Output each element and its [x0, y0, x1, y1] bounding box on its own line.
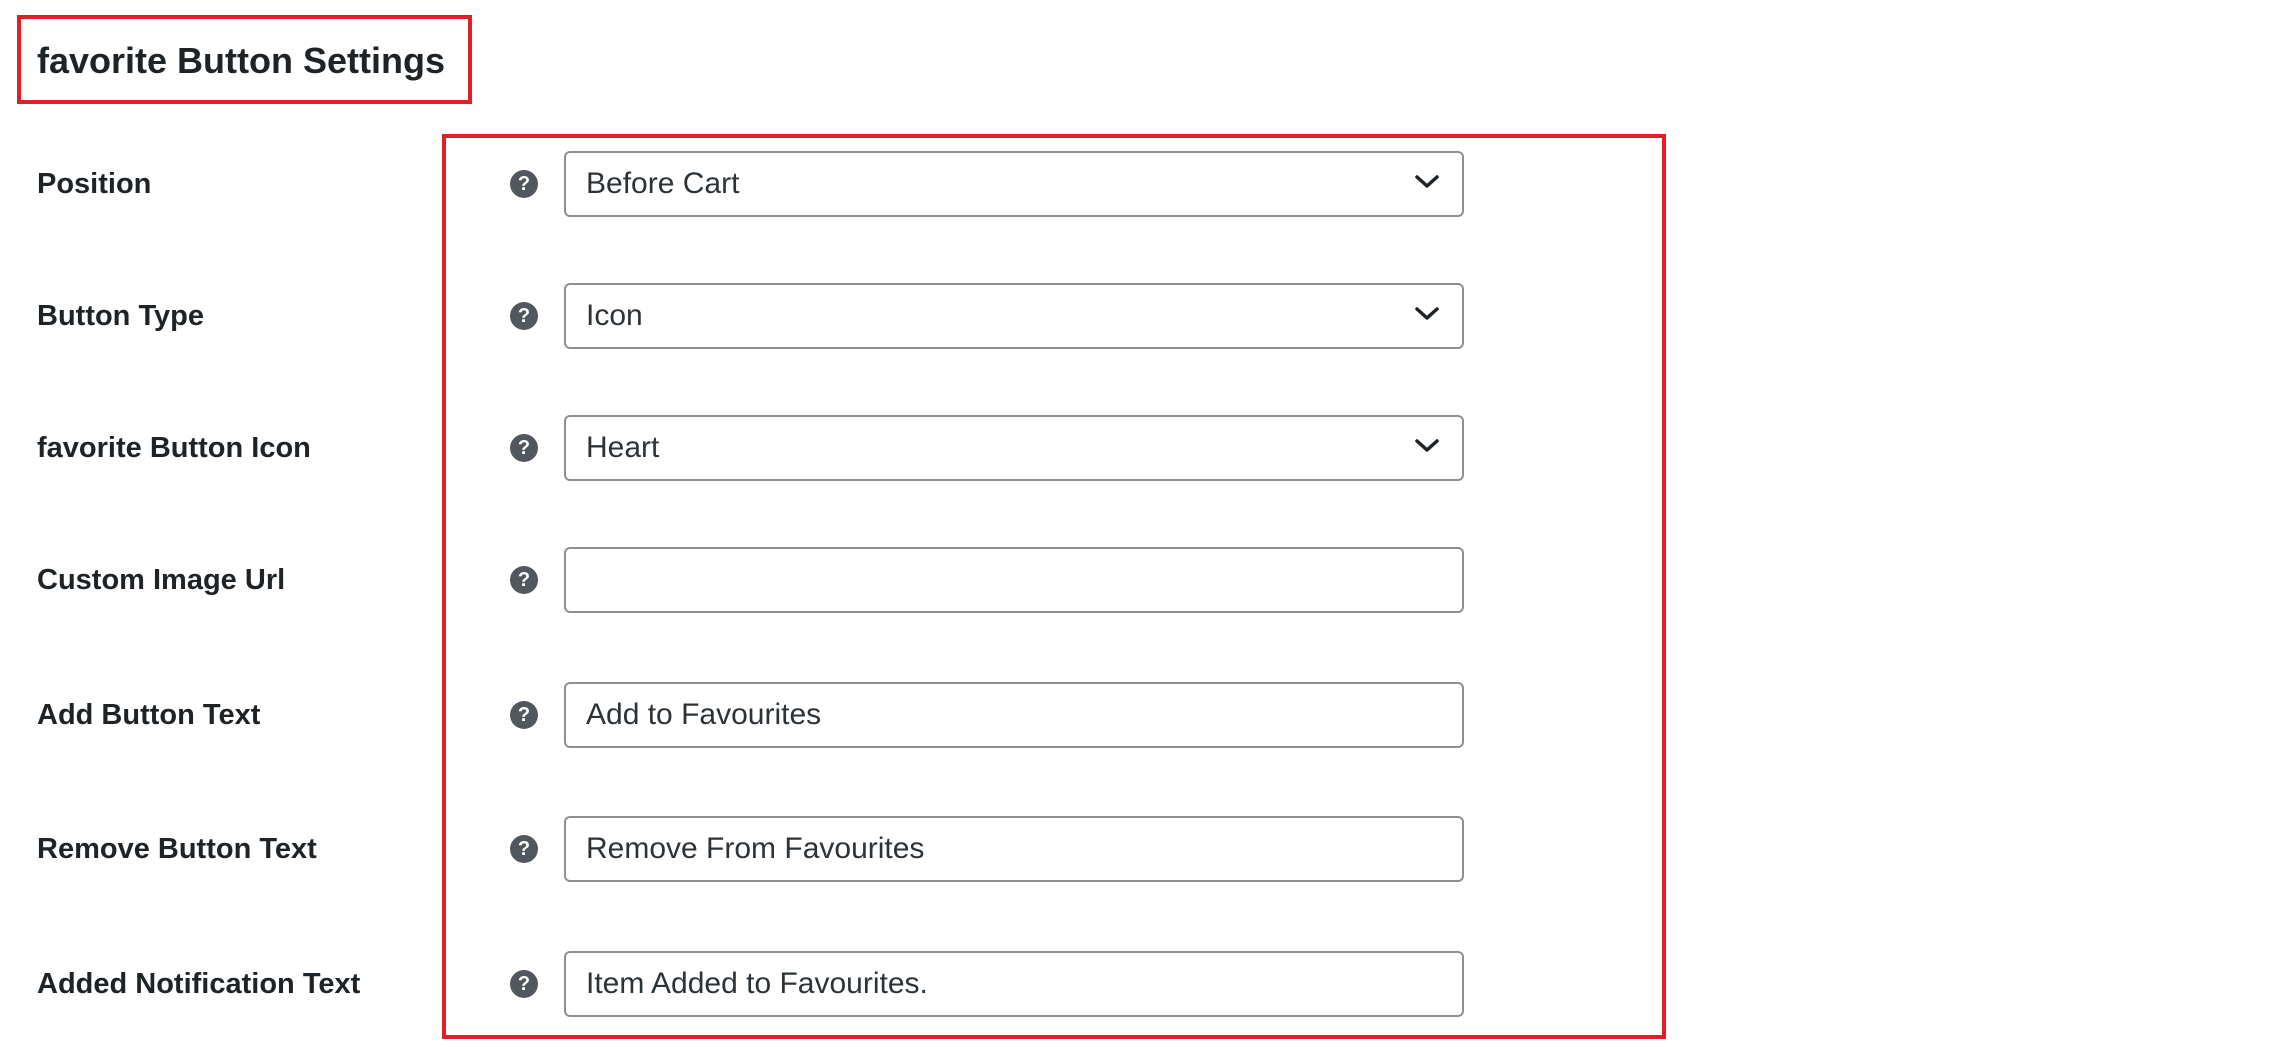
help-icon[interactable]: ? [510, 970, 538, 998]
help-icon[interactable]: ? [510, 566, 538, 594]
added-notification-text-label: Added Notification Text [37, 968, 361, 1000]
custom-image-url-input[interactable] [564, 547, 1464, 613]
section-title: favorite Button Settings [37, 40, 446, 81]
button-icon-label: favorite Button Icon [37, 432, 311, 464]
help-icon[interactable]: ? [510, 701, 538, 729]
help-icon[interactable]: ? [510, 835, 538, 863]
settings-page: favorite Button Settings Position ? Befo… [0, 0, 2290, 1047]
custom-image-url-label: Custom Image Url [37, 564, 286, 596]
added-notification-text-input[interactable]: Item Added to Favourites. [564, 951, 1464, 1017]
remove-button-text-input[interactable]: Remove From Favourites [564, 816, 1464, 882]
remove-button-text-row: Remove Button Text ? Remove From Favouri… [0, 816, 2290, 882]
position-row: Position ? Before Cart [0, 151, 2290, 217]
add-button-text-input-value: Add to Favourites [586, 698, 822, 731]
button-type-label: Button Type [37, 300, 204, 332]
added-notification-text-row: Added Notification Text ? Item Added to … [0, 951, 2290, 1017]
help-icon[interactable]: ? [510, 170, 538, 198]
add-button-text-label: Add Button Text [37, 699, 261, 731]
chevron-down-icon [1415, 439, 1439, 452]
button-type-select[interactable]: Icon [564, 283, 1464, 349]
added-notification-text-input-value: Item Added to Favourites. [586, 967, 928, 1000]
button-icon-select[interactable]: Heart [564, 415, 1464, 481]
button-type-row: Button Type ? Icon [0, 283, 2290, 349]
button-icon-row: favorite Button Icon ? Heart [0, 415, 2290, 481]
position-select-value: Before Cart [586, 167, 740, 200]
add-button-text-input[interactable]: Add to Favourites [564, 682, 1464, 748]
button-type-select-value: Icon [586, 299, 643, 332]
add-button-text-row: Add Button Text ? Add to Favourites [0, 682, 2290, 748]
position-label: Position [37, 168, 152, 200]
button-icon-select-value: Heart [586, 431, 660, 464]
remove-button-text-input-value: Remove From Favourites [586, 832, 925, 865]
remove-button-text-label: Remove Button Text [37, 833, 317, 865]
position-select[interactable]: Before Cart [564, 151, 1464, 217]
chevron-down-icon [1415, 175, 1439, 188]
custom-image-url-row: Custom Image Url ? [0, 547, 2290, 613]
chevron-down-icon [1415, 307, 1439, 320]
help-icon[interactable]: ? [510, 302, 538, 330]
help-icon[interactable]: ? [510, 434, 538, 462]
